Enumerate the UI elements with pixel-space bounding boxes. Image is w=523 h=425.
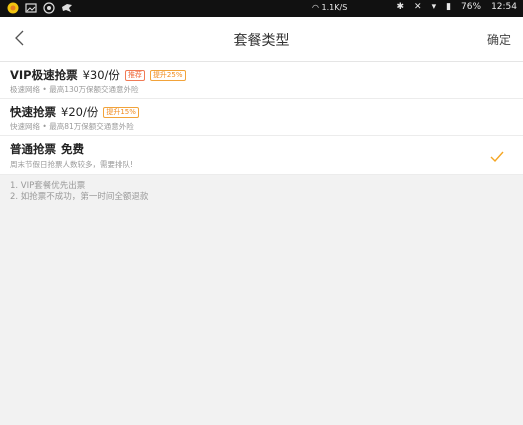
package-option-fast[interactable]: 快速抢票 ¥20/份 提升15% 快速网络 • 最高81万保额交通意外险 [0,99,523,136]
boost-tag: 提升15% [103,106,139,118]
clock: 12:54 [491,2,517,12]
wifi-speed: ◠ 1.1K/S [312,3,348,12]
status-bar: ◠ 1.1K/S ✱ ✕ ▾ ▮ 76% 12:54 [0,0,523,17]
note-item: 1. VIP套餐优先出票 [10,181,86,191]
option-desc: 周末节假日抢票人数较多，需要排队! [10,160,134,169]
option-desc: 快速网络 • 最高81万保额交通意外险 [10,122,134,131]
option-desc: 极速网络 • 最高130万保额交通意外险 [10,85,139,94]
check-icon [489,149,505,163]
wifi-icon: ◠ [312,3,319,12]
option-price: 免费 [61,142,84,156]
image-notification-icon [25,2,37,14]
recommend-tag: 推荐 [124,69,145,81]
battery-icon: ▮ [446,2,452,12]
package-option-normal[interactable]: 普通抢票 免费 周末节假日抢票人数较多，需要排队! [0,136,523,175]
option-name: 普通抢票 [10,142,56,156]
app-notification-icon [7,2,19,14]
mute-icon: ✕ [414,2,422,12]
option-name: VIP极速抢票 [10,68,78,82]
notes: 1. VIP套餐优先出票 2. 如抢票不成功，第一时间全额退款 [10,181,148,203]
note-item: 2. 如抢票不成功，第一时间全额退款 [10,192,149,202]
boost-tag: 提升25% [149,69,186,81]
signal-icon: ▾ [431,2,437,12]
count-badge-icon [43,2,55,14]
bluetooth-icon: ✱ [396,2,405,12]
battery-percent: 76% [461,2,482,12]
page-title: 套餐类型 [233,33,290,49]
nav-bar: 套餐类型 确定 [0,17,523,62]
package-option-vip[interactable]: VIP极速抢票 ¥30/份 推荐 提升25% 极速网络 • 最高130万保额交通… [0,62,523,99]
confirm-button[interactable]: 确定 [487,31,511,48]
bird-icon [61,2,73,14]
option-name: 快速抢票 [10,105,56,119]
option-price: ¥30/份 [82,68,120,82]
option-price: ¥20/份 [61,105,99,119]
